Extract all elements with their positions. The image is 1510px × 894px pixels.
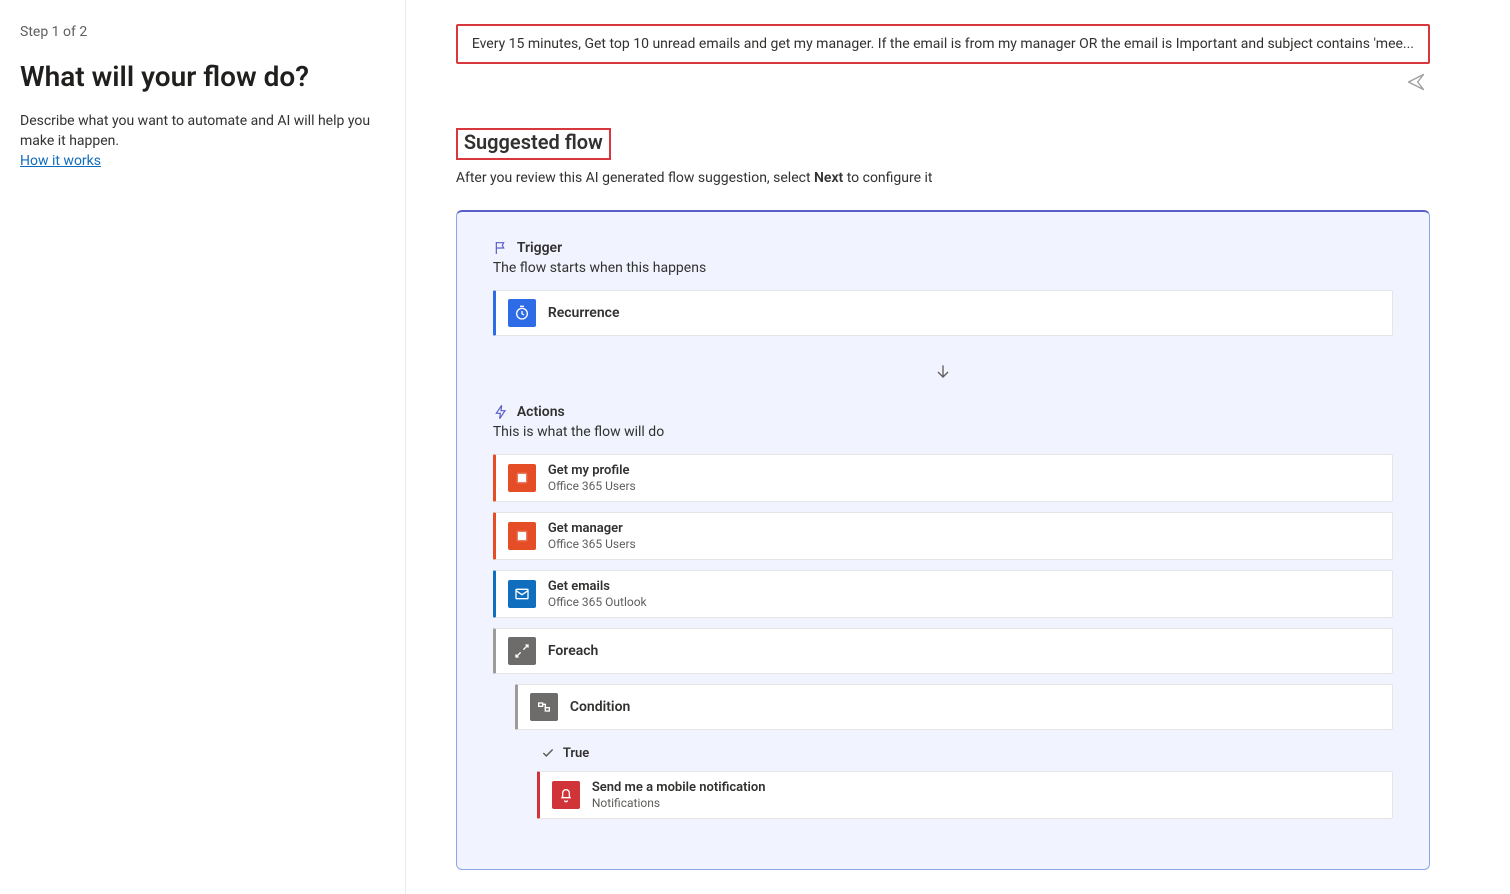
- step-label: Step 1 of 2: [20, 24, 375, 40]
- clock-icon: [508, 299, 536, 327]
- card-get-manager-title: Get manager: [548, 521, 636, 537]
- review-strong: Next: [814, 170, 843, 186]
- how-it-works-link[interactable]: How it works: [20, 153, 101, 169]
- description-block: Describe what you want to automate and A…: [20, 111, 375, 171]
- card-get-profile-title: Get my profile: [548, 463, 636, 479]
- card-condition[interactable]: Condition: [515, 684, 1393, 730]
- right-pane: Every 15 minutes, Get top 10 unread emai…: [406, 0, 1510, 894]
- card-condition-title: Condition: [570, 699, 631, 716]
- card-recurrence[interactable]: Recurrence: [493, 290, 1393, 336]
- loop-icon: [508, 637, 536, 665]
- true-label: True: [563, 746, 589, 761]
- bolt-icon: [493, 404, 509, 420]
- bell-icon: [552, 781, 580, 809]
- outlook-icon: [508, 580, 536, 608]
- send-icon[interactable]: [1406, 72, 1426, 92]
- card-get-emails-title: Get emails: [548, 579, 647, 595]
- office-users-icon: [508, 464, 536, 492]
- card-foreach[interactable]: Foreach: [493, 628, 1393, 674]
- condition-icon: [530, 693, 558, 721]
- page-title: What will your flow do?: [20, 60, 375, 93]
- card-notify[interactable]: Send me a mobile notification Notificati…: [537, 771, 1393, 819]
- review-line: After you review this AI generated flow …: [456, 170, 1430, 186]
- card-foreach-title: Foreach: [548, 643, 599, 660]
- flow-arrow: [493, 346, 1393, 404]
- card-get-emails[interactable]: Get emails Office 365 Outlook: [493, 570, 1393, 618]
- suggested-heading: Suggested flow: [464, 130, 603, 154]
- review-suffix: to configure it: [843, 170, 932, 186]
- flag-icon: [493, 240, 509, 256]
- check-icon: [541, 746, 555, 760]
- suggested-heading-highlight: Suggested flow: [456, 128, 611, 160]
- office-users-icon: [508, 522, 536, 550]
- actions-sub: This is what the flow will do: [493, 424, 1393, 440]
- trigger-header: Trigger: [493, 240, 1393, 256]
- flow-canvas: Trigger The flow starts when this happen…: [456, 210, 1430, 870]
- trigger-sub: The flow starts when this happens: [493, 260, 1393, 276]
- actions-header: Actions: [493, 404, 1393, 420]
- prompt-input[interactable]: Every 15 minutes, Get top 10 unread emai…: [456, 24, 1430, 64]
- description-text: Describe what you want to automate and A…: [20, 113, 370, 149]
- card-recurrence-title: Recurrence: [548, 305, 620, 322]
- card-get-emails-sub: Office 365 Outlook: [548, 595, 647, 609]
- trigger-label: Trigger: [517, 240, 562, 256]
- left-pane: Step 1 of 2 What will your flow do? Desc…: [0, 0, 406, 894]
- card-notify-title: Send me a mobile notification: [592, 780, 766, 796]
- condition-true-branch: True: [537, 740, 1393, 771]
- card-notify-sub: Notifications: [592, 796, 766, 810]
- card-get-profile[interactable]: Get my profile Office 365 Users: [493, 454, 1393, 502]
- card-get-manager-sub: Office 365 Users: [548, 537, 636, 551]
- actions-label: Actions: [517, 404, 565, 420]
- review-prefix: After you review this AI generated flow …: [456, 170, 814, 186]
- card-get-profile-sub: Office 365 Users: [548, 479, 636, 493]
- card-get-manager[interactable]: Get manager Office 365 Users: [493, 512, 1393, 560]
